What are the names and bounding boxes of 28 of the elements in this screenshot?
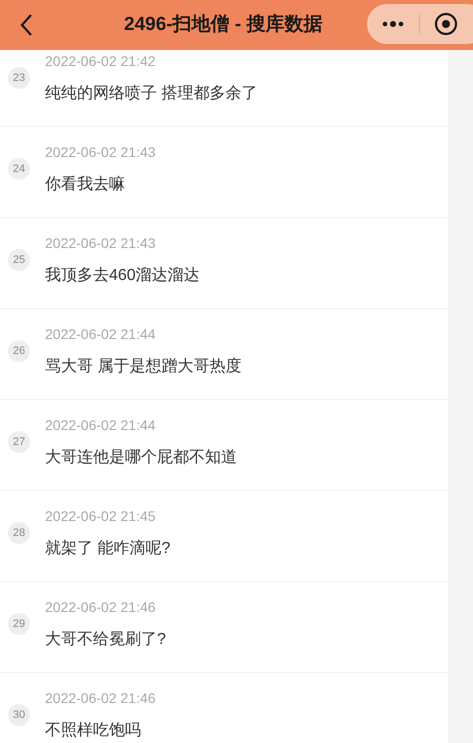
comment-text: 纯纯的网络喷子 搭理都多余了 [45,84,258,104]
comment-time: 2022-06-02 21:45 [45,507,156,526]
back-icon [19,13,33,37]
floor-number: 25 [8,249,30,271]
comment-time: 2022-06-02 21:44 [45,416,156,435]
comment-text: 你看我去嘛 [45,174,125,195]
floor-number: 23 [8,67,30,89]
comment-text: 大哥不给冕刷了? [45,630,166,650]
comment-text: 大哥连他是哪个屁都不知道 [45,448,237,468]
floor-number: 28 [8,522,30,544]
comment-time: 2022-06-02 21:46 [45,598,156,617]
more-icon [382,21,404,27]
floor-number: 26 [8,340,30,362]
comment-time: 2022-06-02 21:46 [45,689,156,708]
comment-time: 2022-06-02 21:44 [45,325,156,344]
comment-text: 就架了 能咋滴呢? [45,538,170,559]
floor-number: 30 [8,704,30,726]
comment-time: 2022-06-02 21:43 [45,234,156,253]
floor-number: 27 [8,431,30,453]
comment-time: 2022-06-02 21:42 [45,52,156,71]
comment-time: 2022-06-02 21:43 [45,143,156,162]
floor-number: 29 [8,613,30,635]
comment-text: 不照样吃饱吗 [45,721,141,741]
floor-number: 24 [8,158,30,180]
target-icon [434,12,458,36]
comment-text: 我顶多去460溜达溜达 [45,266,200,286]
comment-text: 骂大哥 属于是想蹭大哥热度 [45,356,242,377]
page-title: 2496-扫地僧 - 搜库数据 [124,12,322,37]
